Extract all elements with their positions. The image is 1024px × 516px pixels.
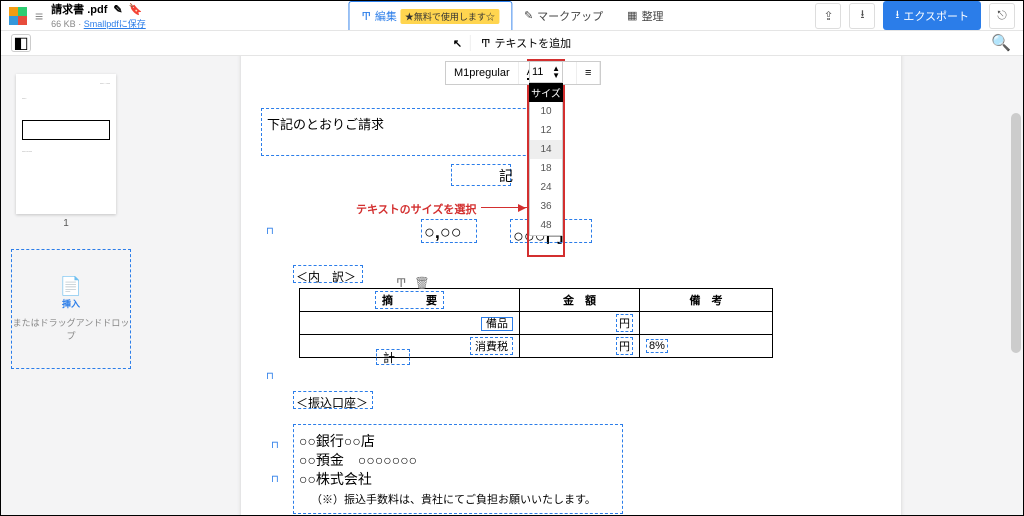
mode-tabs: Ͳ 編集 ★無料で使用します☆ ✎ マークアップ ▦ 整理: [348, 1, 675, 31]
tab-markup[interactable]: ✎ マークアップ: [512, 2, 615, 30]
stepper-icon[interactable]: ▲▼: [552, 65, 560, 79]
search-icon[interactable]: 🔍: [991, 33, 1011, 53]
add-text-label[interactable]: テキストを追加: [495, 35, 572, 51]
size-option[interactable]: 14: [530, 140, 562, 159]
page-number: 1: [11, 218, 121, 229]
col-tekiyo: 摘 要: [375, 291, 444, 309]
file-size: 66 KB: [51, 19, 76, 29]
anchor-icon: ⊓: [266, 371, 272, 381]
cell-pct[interactable]: 8%: [646, 339, 668, 353]
cell-yen2[interactable]: 円: [616, 337, 633, 355]
selection-toolbar: Ͳ 🗑: [396, 276, 430, 290]
font-name-label: M1pregular: [454, 67, 510, 79]
export-label: エクスポート: [903, 8, 969, 24]
doc-text[interactable]: 記: [499, 166, 513, 186]
download-icon[interactable]: ⭳: [849, 3, 875, 29]
vertical-scrollbar[interactable]: [1011, 113, 1021, 353]
doc-bank2[interactable]: ○○預金 ○○○○○○○: [299, 450, 417, 470]
bookmark-icon[interactable]: 🔖: [129, 3, 143, 16]
insert-icon: 📄: [60, 276, 82, 297]
insert-page-dropzone[interactable]: 📄 挿入 またはドラッグアンドドロップ: [11, 249, 131, 369]
text-tool-icon[interactable]: Ͳ: [396, 276, 406, 290]
col-bikou: 備 考: [690, 295, 723, 307]
app-logo-icon: [9, 7, 27, 25]
file-info: 請求書 .pdf ✎ 🔖 66 KB · Smallpdfに保存: [51, 1, 146, 30]
document-canvas[interactable]: 下記のとおりご請求 記 ○,○○ ○○○円 ＜内 訳＞ 摘 要 金 額 備 考 …: [131, 56, 1023, 515]
tab-organize-label: 整理: [642, 8, 664, 24]
cell-kei[interactable]: 計: [383, 349, 395, 366]
page-sidebar: .... .... .... ......... 1 📄 挿入 またはドラッグア…: [1, 56, 131, 515]
font-size-input[interactable]: 11 ▲▼: [529, 61, 563, 83]
cell-yen[interactable]: 円: [616, 314, 633, 332]
size-option[interactable]: 48: [530, 216, 562, 235]
tab-edit-label: 編集: [375, 8, 397, 24]
font-toolbar: M1pregular A ≡: [445, 61, 601, 85]
size-header: サイズ: [529, 83, 563, 102]
tab-organize[interactable]: ▦ 整理: [615, 2, 675, 30]
free-badge: ★無料で使用します☆: [401, 9, 499, 24]
size-option[interactable]: 10: [530, 102, 562, 121]
font-size-value: 11: [532, 66, 543, 78]
sidebar-toggle-icon[interactable]: ◧: [11, 34, 31, 52]
grid-icon: ▦: [627, 9, 637, 22]
secondary-toolbar: ◧ ↖ Ͳ テキストを追加 🔍: [1, 31, 1023, 56]
file-name: 請求書 .pdf: [51, 1, 107, 17]
markup-icon: ✎: [524, 9, 533, 22]
align-button[interactable]: ≡: [577, 62, 600, 84]
cursor-icon[interactable]: ↖: [453, 37, 462, 50]
anchor-icon: ⊓: [266, 226, 272, 236]
col-kingaku: 金 額: [563, 295, 596, 307]
instruction-callout: テキストのサイズを選択: [356, 201, 476, 217]
size-option[interactable]: 12: [530, 121, 562, 140]
doc-bank-note[interactable]: （※）振込手数料は、貴社にてご負担お願いいたします。: [311, 491, 596, 507]
cell-bihin[interactable]: 備品: [481, 317, 513, 331]
font-name-select[interactable]: M1pregular: [446, 62, 519, 84]
doc-bank1[interactable]: ○○銀行○○店: [299, 431, 375, 451]
text-icon: Ͳ: [361, 10, 370, 23]
tab-edit[interactable]: Ͳ 編集 ★無料で使用します☆: [348, 1, 512, 30]
pdf-page: 下記のとおりご請求 記 ○,○○ ○○○円 ＜内 訳＞ 摘 要 金 額 備 考 …: [241, 56, 901, 515]
add-text-icon[interactable]: Ͳ: [481, 37, 490, 50]
tab-markup-label: マークアップ: [537, 8, 603, 24]
font-size-dropdown: 11 ▲▼ サイズ 10 12 14 18 24 36 48: [529, 61, 563, 236]
size-option[interactable]: 24: [530, 178, 562, 197]
anchor-icon: ⊓: [271, 440, 277, 450]
menu-icon[interactable]: ≡: [35, 8, 43, 24]
anchor-icon: ⊓: [271, 474, 277, 484]
size-option[interactable]: 18: [530, 159, 562, 178]
header-actions: ⇪ ⭳ ⭳ エクスポート ⎋: [815, 1, 1015, 30]
app-header: ≡ 請求書 .pdf ✎ 🔖 66 KB · Smallpdfに保存 Ͳ 編集 …: [1, 1, 1023, 31]
edit-name-icon[interactable]: ✎: [113, 3, 122, 16]
export-button[interactable]: ⭳ エクスポート: [883, 1, 981, 30]
cell-tax[interactable]: 消費税: [470, 337, 513, 355]
page-thumbnail[interactable]: .... .... .... .........: [16, 74, 116, 214]
doc-bank3[interactable]: ○○株式会社: [299, 469, 372, 489]
edit-tools: ↖ Ͳ テキストを追加: [453, 35, 571, 51]
arrow-icon: [481, 207, 529, 208]
insert-label: 挿入: [62, 297, 80, 310]
save-link[interactable]: Smallpdfに保存: [84, 19, 146, 29]
doc-text[interactable]: 下記のとおりご請求: [267, 114, 384, 133]
share-icon[interactable]: ⇪: [815, 3, 841, 29]
size-options: 10 12 14 18 24 36 48: [529, 102, 563, 236]
breakdown-table[interactable]: 摘 要 金 額 備 考 備品 円 消費税 円 8%: [299, 288, 773, 358]
account-icon[interactable]: ⎋: [989, 3, 1015, 29]
insert-sub-label: またはドラッグアンドドロップ: [12, 316, 130, 342]
size-option[interactable]: 36: [530, 197, 562, 216]
delete-icon[interactable]: 🗑: [414, 276, 429, 290]
